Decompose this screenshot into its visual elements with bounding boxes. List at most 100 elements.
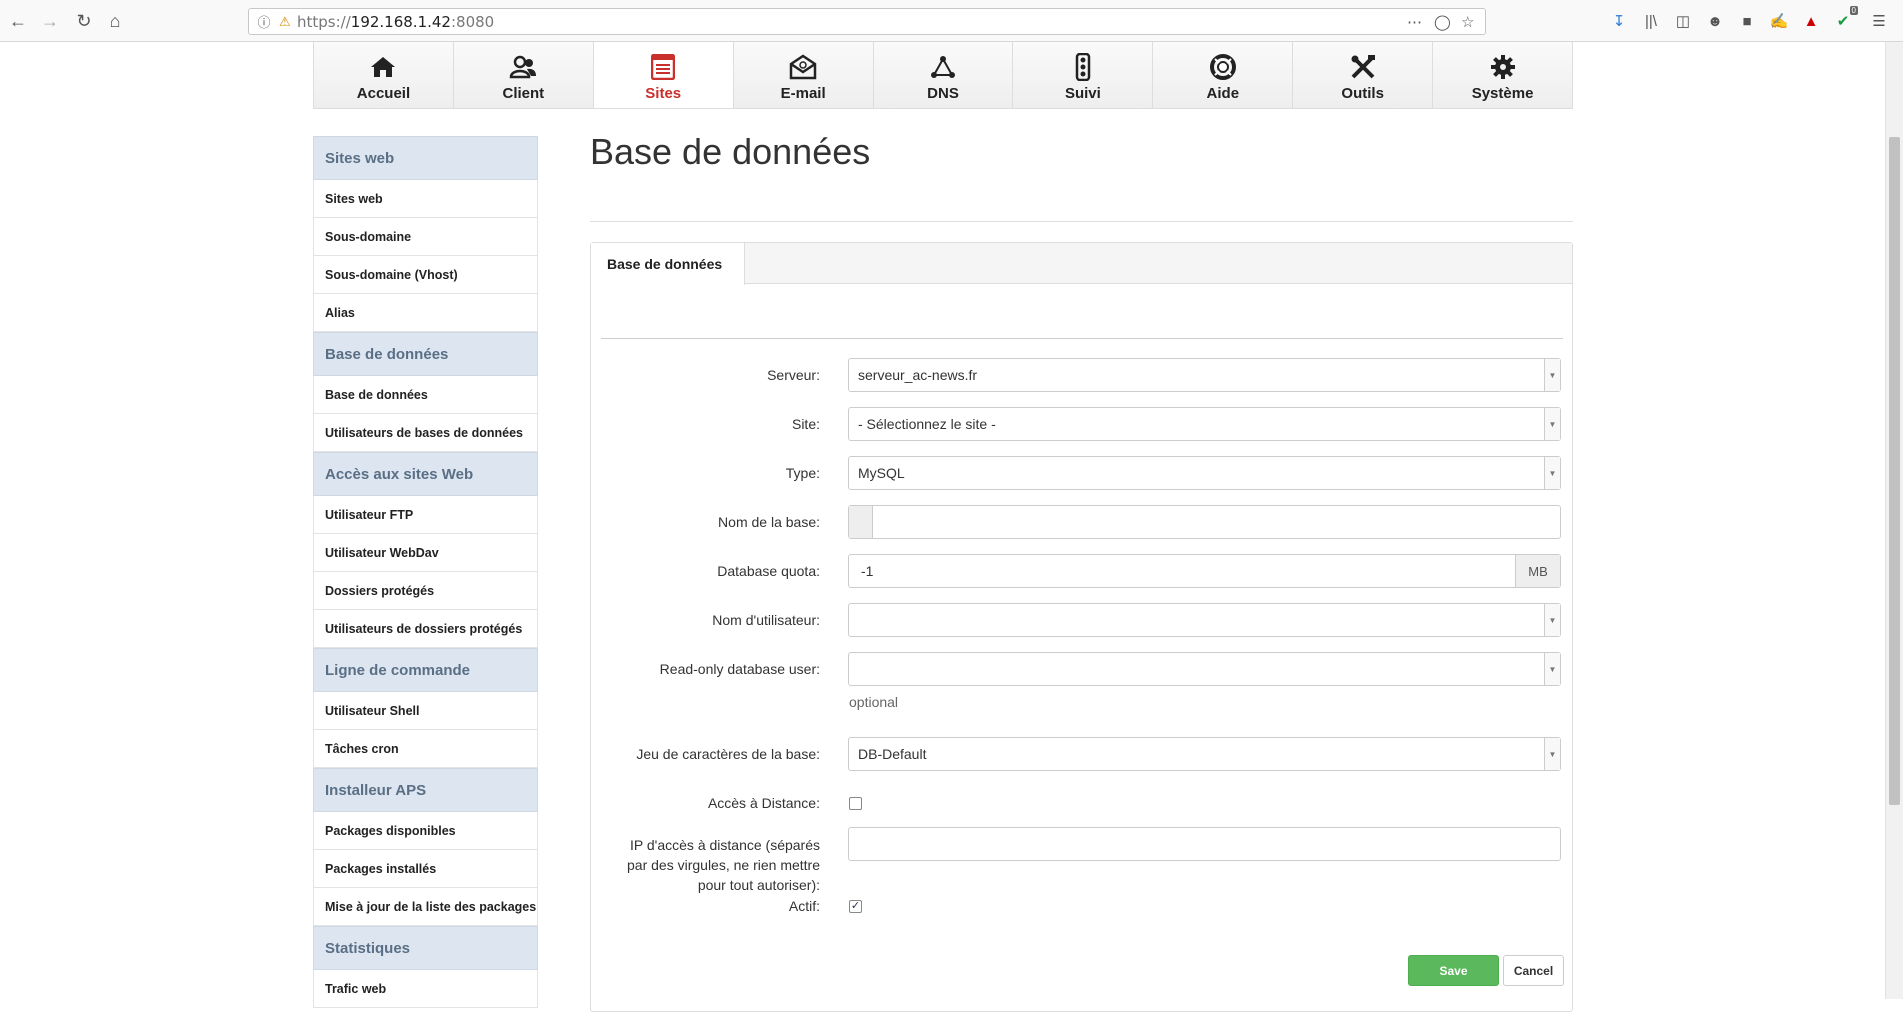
tab-client[interactable]: Client (453, 42, 594, 108)
sidebar-icon[interactable]: ◫ (1672, 10, 1694, 32)
tab-sites[interactable]: Sites (593, 42, 734, 108)
site-label: Site: (791, 416, 820, 432)
forward-icon[interactable]: → (36, 7, 64, 35)
tab-accueil[interactable]: Accueil (314, 42, 454, 108)
sidebar-item-utilisateurs-bdd[interactable]: Utilisateurs de bases de données (313, 414, 538, 452)
insecure-lock-icon[interactable]: ⚠ (279, 14, 297, 30)
pocket-icon[interactable]: ◯ (1434, 9, 1451, 34)
home-browser-icon[interactable]: ⌂ (101, 7, 129, 35)
sidebar-item-utilisateur-shell[interactable]: Utilisateur Shell (313, 692, 538, 730)
rouser-select[interactable]: ▼ (848, 652, 1561, 686)
tab-aide[interactable]: Aide (1153, 42, 1294, 108)
sites-icon (649, 53, 677, 81)
tools-icon (1349, 53, 1377, 81)
sidebar-item-dossiers-proteges[interactable]: Dossiers protégés (313, 572, 538, 610)
library-icon[interactable]: ||\ (1640, 10, 1662, 32)
tab-outils[interactable]: Outils (1293, 42, 1434, 108)
panel-divider (601, 338, 1563, 339)
gear-icon (1489, 53, 1517, 81)
extension-icon[interactable]: ■ (1736, 10, 1758, 32)
sidebar-item-sous-domaine-vhost[interactable]: Sous-domaine (Vhost) (313, 256, 538, 294)
charset-select[interactable]: DB-Default ▼ (848, 737, 1561, 771)
dbname-prefix-addon (849, 506, 873, 538)
sidebar-item-utilisateur-ftp[interactable]: Utilisateur FTP (313, 496, 538, 534)
type-value: MySQL (858, 465, 905, 481)
tab-email[interactable]: E-mail (733, 42, 874, 108)
quota-field[interactable]: -1 MB (848, 554, 1561, 588)
user-label: Nom d'utilisateur: (712, 612, 820, 628)
sidebar-item-trafic-web[interactable]: Trafic web (313, 970, 538, 1008)
sidebar-item-mise-a-jour-packages[interactable]: Mise à jour de la liste des packages (313, 888, 538, 926)
back-icon[interactable]: ← (4, 7, 32, 35)
sidebar-item-utilisateur-webdav[interactable]: Utilisateur WebDav (313, 534, 538, 572)
more-actions-icon[interactable]: ⋯ (1407, 9, 1422, 34)
server-select[interactable]: serveur_ac-news.fr ▼ (848, 358, 1561, 392)
remote-ips-label: IP d'accès à distance (séparés par des v… (627, 837, 820, 893)
charset-label: Jeu de caractères de la base: (636, 746, 820, 762)
type-label: Type: (785, 465, 820, 481)
site-select[interactable]: - Sélectionnez le site - ▼ (848, 407, 1561, 441)
pdf-icon[interactable]: ▲ (1800, 10, 1822, 32)
page-scrollbar[interactable] (1885, 42, 1903, 999)
info-icon[interactable]: ⓘ (249, 12, 279, 31)
sidebar-header-sites-web: Sites web (313, 136, 538, 180)
tab-suivi[interactable]: Suivi (1013, 42, 1154, 108)
user-select[interactable]: ▼ (848, 603, 1561, 637)
main-content: Base de données Base de données Serveur:… (590, 126, 1573, 1012)
form-panel: Base de données Serveur: serveur_ac-news… (590, 242, 1573, 1012)
save-button[interactable]: Save (1408, 955, 1499, 986)
users-icon (509, 53, 537, 81)
rouser-label: Read-only database user: (659, 661, 820, 677)
account-icon[interactable]: ☻ (1704, 10, 1726, 32)
url-bar[interactable]: ⓘ ⚠ https://192.168.1.42:8080 ⋯ ◯ ☆ (248, 8, 1486, 35)
quota-label: Database quota: (717, 563, 820, 579)
sidebar: Sites web Sites web Sous-domaine Sous-do… (313, 136, 538, 1008)
sidebar-header-acces-sites-web: Accès aux sites Web (313, 452, 538, 496)
top-navigation: Accueil Client Sites E-mail DNS Suivi Ai… (313, 42, 1573, 109)
sidebar-item-packages-disponibles[interactable]: Packages disponibles (313, 812, 538, 850)
chevron-down-icon: ▼ (1544, 457, 1560, 489)
server-value: serveur_ac-news.fr (858, 367, 978, 383)
extension-disabled-icon[interactable]: ✍ (1768, 10, 1790, 32)
download-icon[interactable]: ↧ (1608, 10, 1630, 32)
sidebar-item-sous-domaine[interactable]: Sous-domaine (313, 218, 538, 256)
tab-base-de-donnees[interactable]: Base de données (591, 243, 745, 285)
reload-icon[interactable]: ↻ (70, 7, 98, 35)
lifebuoy-icon (1209, 53, 1237, 81)
sidebar-item-packages-installes[interactable]: Packages installés (313, 850, 538, 888)
chevron-down-icon: ▼ (1544, 408, 1560, 440)
dbname-label: Nom de la base: (718, 514, 820, 530)
tab-systeme[interactable]: Système (1433, 42, 1573, 108)
sidebar-header-ligne-de-commande: Ligne de commande (313, 648, 538, 692)
chevron-down-icon: ▼ (1544, 604, 1560, 636)
tab-dns[interactable]: DNS (873, 42, 1014, 108)
menu-icon[interactable]: ☰ (1868, 10, 1890, 32)
site-value: - Sélectionnez le site - (858, 416, 996, 432)
url-text: https://192.168.1.42:8080 (297, 12, 495, 31)
cancel-button[interactable]: Cancel (1503, 955, 1564, 986)
sidebar-item-base-de-donnees[interactable]: Base de données (313, 376, 538, 414)
sidebar-header-installeur-aps: Installeur APS (313, 768, 538, 812)
scrollbar-thumb[interactable] (1889, 137, 1900, 805)
home-icon (369, 53, 397, 81)
sidebar-item-sites-web[interactable]: Sites web (313, 180, 538, 218)
sidebar-item-utilisateurs-dossiers-proteges[interactable]: Utilisateurs de dossiers protégés (313, 610, 538, 648)
chevron-down-icon: ▼ (1544, 653, 1560, 685)
page-content: Accueil Client Sites E-mail DNS Suivi Ai… (0, 42, 1885, 1012)
quota-value[interactable]: -1 (849, 563, 1515, 579)
sidebar-item-taches-cron[interactable]: Tâches cron (313, 730, 538, 768)
remote-ips-field[interactable] (848, 827, 1561, 861)
type-select[interactable]: MySQL ▼ (848, 456, 1561, 490)
charset-value: DB-Default (858, 746, 927, 762)
badge-count: 0 (1849, 6, 1858, 15)
shield-extension-icon[interactable]: ✔ 0 (1832, 6, 1858, 32)
dbname-field[interactable] (848, 505, 1561, 539)
sidebar-item-alias[interactable]: Alias (313, 294, 538, 332)
traffic-light-icon (1069, 53, 1097, 81)
dns-icon (929, 53, 957, 81)
server-label: Serveur: (767, 367, 820, 383)
bookmark-star-icon[interactable]: ☆ (1461, 9, 1474, 34)
active-label: Actif: (788, 898, 820, 914)
active-checkbox[interactable]: ✓ (849, 900, 862, 913)
remote-access-checkbox[interactable] (849, 797, 862, 810)
